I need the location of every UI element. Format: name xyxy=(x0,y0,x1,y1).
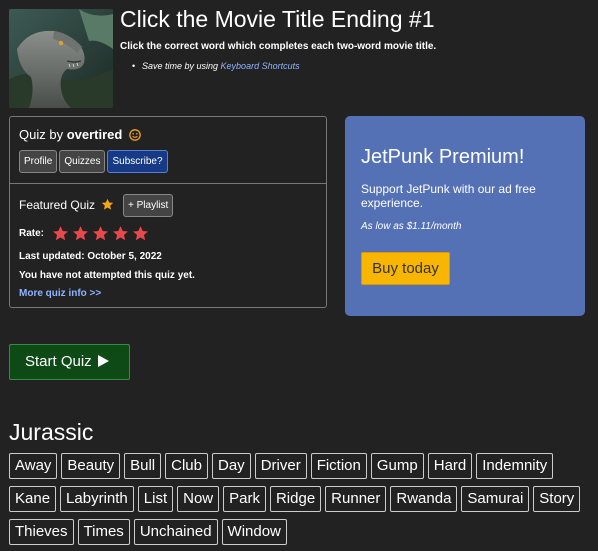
word-choice[interactable]: Labyrinth xyxy=(60,486,134,512)
attempt-status-text: You have not attempted this quiz yet. xyxy=(19,270,195,281)
rate-label: Rate: xyxy=(19,228,45,239)
quizzes-button[interactable]: Quizzes xyxy=(59,150,106,173)
gold-star-icon xyxy=(102,198,114,210)
quiz-thumbnail xyxy=(9,9,113,108)
premium-description: Support JetPunk with our ad free experie… xyxy=(361,182,536,210)
author-buttons: Profile Quizzes Subscribe? xyxy=(19,150,168,173)
word-choice[interactable]: Park xyxy=(223,486,266,512)
word-choice[interactable]: Indemnity xyxy=(476,453,554,479)
shortcut-prefix-text: Save time by using xyxy=(142,61,221,71)
word-choice[interactable]: Runner xyxy=(325,486,387,512)
word-choice[interactable]: Beauty xyxy=(61,453,121,479)
word-choice[interactable]: Club xyxy=(165,453,208,479)
word-choice[interactable]: Times xyxy=(77,519,130,545)
star-icon[interactable] xyxy=(112,225,129,242)
word-choice[interactable]: Unchained xyxy=(133,519,218,545)
word-choice[interactable]: Window xyxy=(221,519,287,545)
premium-title: JetPunk Premium! xyxy=(361,146,525,168)
start-quiz-button[interactable]: Start Quiz xyxy=(9,344,130,380)
word-choice[interactable]: List xyxy=(137,486,174,512)
word-choice[interactable]: Bull xyxy=(124,453,162,479)
keyboard-shortcuts-link[interactable]: Keyboard Shortcuts xyxy=(221,61,300,71)
word-choice[interactable]: Ridge xyxy=(269,486,322,512)
featured-quiz-text: Featured Quiz xyxy=(19,198,96,212)
subscribe-button[interactable]: Subscribe? xyxy=(107,150,168,173)
author-name[interactable]: overtired xyxy=(67,127,123,142)
more-quiz-info-link[interactable]: More quiz info >> xyxy=(19,288,101,299)
star-icon[interactable] xyxy=(92,225,109,242)
word-choice[interactable]: Story xyxy=(533,486,581,512)
rating-row: Rate: xyxy=(19,225,149,242)
play-icon xyxy=(97,355,109,367)
bullet-icon: • xyxy=(132,61,136,71)
premium-promo-box: JetPunk Premium! Support JetPunk with ou… xyxy=(345,116,585,316)
buy-today-button[interactable]: Buy today xyxy=(361,252,450,285)
word-choice[interactable]: Thieves xyxy=(9,519,74,545)
star-icon[interactable] xyxy=(132,225,149,242)
star-icon[interactable] xyxy=(52,225,69,242)
author-section: Quiz by overtired Profile Quizzes Subscr… xyxy=(10,117,326,184)
star-icon[interactable] xyxy=(72,225,89,242)
profile-button[interactable]: Profile xyxy=(19,150,58,173)
word-choice[interactable]: Fiction xyxy=(310,453,367,479)
word-choice[interactable]: Away xyxy=(9,453,58,479)
word-choice[interactable]: Gump xyxy=(370,453,424,479)
word-choice[interactable]: Rwanda xyxy=(390,486,458,512)
keyboard-shortcut-hint: • Save time by using Keyboard Shortcuts xyxy=(132,61,300,71)
word-choice[interactable]: Now xyxy=(177,486,220,512)
movie-title-prefix: Jurassic xyxy=(9,419,94,445)
quiz-by-label: Quiz by xyxy=(19,127,67,142)
last-updated-text: Last updated: October 5, 2022 xyxy=(19,251,162,262)
featured-quiz-label: Featured Quiz xyxy=(19,198,114,212)
add-to-playlist-button[interactable]: + Playlist xyxy=(123,194,174,217)
start-quiz-label: Start Quiz xyxy=(25,353,92,370)
word-choice[interactable]: Kane xyxy=(9,486,57,512)
rating-stars xyxy=(52,225,149,242)
word-choice[interactable]: Day xyxy=(212,453,251,479)
word-choice[interactable]: Samurai xyxy=(461,486,530,512)
premium-price: As low as $1.11/month xyxy=(361,221,462,232)
word-choices: Away Beauty Bull Club Day Driver Fiction… xyxy=(9,453,584,545)
word-choice[interactable]: Driver xyxy=(254,453,307,479)
page-title: Click the Movie Title Ending #1 xyxy=(120,6,435,32)
word-choice[interactable]: Hard xyxy=(427,453,473,479)
page-subtitle: Click the correct word which completes e… xyxy=(120,41,437,52)
quiz-author-line: Quiz by overtired xyxy=(19,127,141,142)
quiz-info-box: Quiz by overtired Profile Quizzes Subscr… xyxy=(9,116,327,308)
smiley-icon xyxy=(129,129,141,141)
